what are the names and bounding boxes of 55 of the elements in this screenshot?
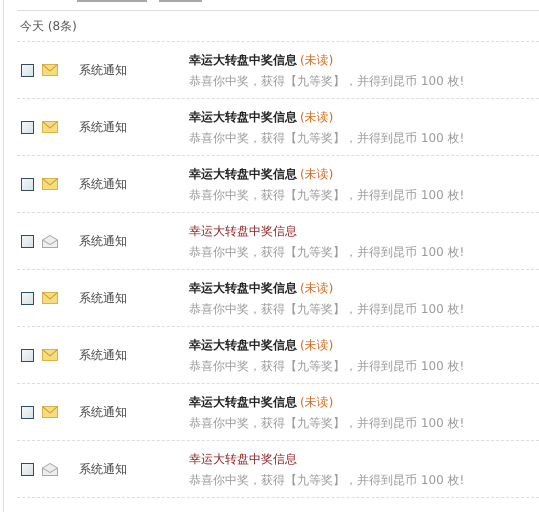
message-row[interactable]: 系统通知 幸运大转盘中奖信息 (未读) 恭喜你中奖，获得【九等奖】，并得到昆币 100 枚! [17,156,539,213]
sender: 系统通知 [79,461,128,478]
message-row[interactable]: 系统通知 幸运大转盘中奖信息 恭喜你中奖，获得【九等奖】，并得到昆币 100 枚! [17,441,539,498]
message-body: 恭喜你中奖，获得【九等奖】，并得到昆币 100 枚! [189,244,464,260]
unread-label: (未读) [300,394,334,410]
envelope-icon [42,406,58,418]
message-body: 恭喜你中奖，获得【九等奖】，并得到昆币 100 枚! [189,300,464,318]
message-row[interactable]: 系统通知 幸运大转盘中奖信息 (未读) 恭喜你中奖，获得【九等奖】，并得到昆币 100 枚! [17,42,539,99]
checkbox[interactable] [21,348,34,362]
message-row[interactable]: 系统通知 幸运大转盘中奖信息 (未读) 恭喜你中奖，获得【九等奖】，并得到昆币 100 枚! [17,384,539,441]
sender: 系统通知 [79,404,128,421]
checkbox[interactable] [21,234,34,248]
message-body: 恭喜你中奖，获得【九等奖】，并得到昆币 100 枚! [189,186,464,204]
unread-label: (未读) [300,280,334,296]
message-body: 恭喜你中奖，获得【九等奖】，并得到昆币 100 枚! [189,358,464,374]
section-title: 今天 (8条) [20,18,77,35]
checkbox[interactable] [21,178,34,190]
message-title[interactable]: 幸运大转盘中奖信息 [189,450,297,468]
message-body: 恭喜你中奖，获得【九等奖】，并得到昆币 100 枚! [189,472,464,488]
message-title[interactable]: 幸运大转盘中奖信息 [189,164,297,182]
message-body: 恭喜你中奖，获得【九等奖】，并得到昆币 100 枚! [189,72,464,90]
message-title[interactable]: 幸运大转盘中奖信息 [189,50,297,68]
message-title[interactable]: 幸运大转盘中奖信息 [189,222,297,240]
message-title[interactable]: 幸运大转盘中奖信息 [189,108,297,126]
checkbox[interactable] [21,406,34,418]
message-title[interactable]: 幸运大转盘中奖信息 [189,336,297,354]
envelope-icon [42,64,58,76]
sender: 系统通知 [79,176,128,193]
unread-label: (未读) [300,52,334,68]
message-title[interactable]: 幸运大转盘中奖信息 [189,278,297,296]
sender: 系统通知 [79,290,128,307]
sender: 系统通知 [79,119,128,136]
checkbox[interactable] [21,64,34,76]
envelope-icon [42,292,58,304]
message-title[interactable]: 幸运大转盘中奖信息 [189,392,297,410]
unread-label: (未读) [300,336,334,354]
open-envelope-icon [42,462,58,476]
envelope-icon [42,178,58,190]
message-row[interactable]: 系统通知 幸运大转盘中奖信息 恭喜你中奖，获得【九等奖】，并得到昆币 100 枚! [17,213,539,270]
envelope-icon [42,349,58,361]
checkbox[interactable] [21,462,34,476]
message-row[interactable]: 系统通知 幸运大转盘中奖信息 (未读) 恭喜你中奖，获得【九等奖】，并得到昆币 100 枚! [17,327,539,384]
envelope-icon [42,121,58,133]
open-envelope-icon [42,234,58,248]
message-row[interactable]: 系统通知 幸运大转盘中奖信息 (未读) 恭喜你中奖，获得【九等奖】，并得到昆币 100 枚! [17,99,539,156]
message-body: 恭喜你中奖，获得【九等奖】，并得到昆币 100 枚! [189,414,464,432]
sender: 系统通知 [79,347,128,364]
sender: 系统通知 [79,233,128,250]
sender: 系统通知 [79,62,128,79]
unread-label: (未读) [300,108,334,126]
message-row[interactable]: 系统通知 幸运大转盘中奖信息 (未读) 恭喜你中奖，获得【九等奖】，并得到昆币 100 枚! [17,270,539,327]
checkbox[interactable] [21,292,34,304]
checkbox[interactable] [21,120,34,134]
message-body: 恭喜你中奖，获得【九等奖】，并得到昆币 100 枚! [189,130,464,146]
unread-label: (未读) [300,166,334,182]
